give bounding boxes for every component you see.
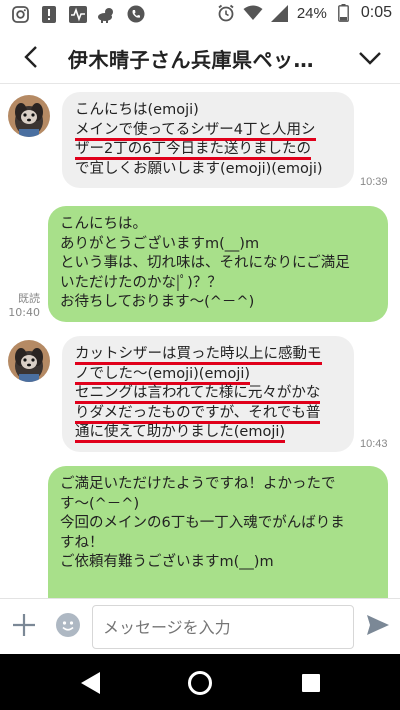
message-line: 今回のメインの6丁も一丁入魂でがんばりま bbox=[60, 515, 345, 531]
message-line-underlined: 通に使えて助かりました(emoji) bbox=[75, 424, 286, 443]
nav-recents-button[interactable] bbox=[298, 670, 324, 696]
message-line: すね！ bbox=[60, 534, 104, 551]
status-bar: 24% 0:05 bbox=[0, 0, 400, 30]
send-icon bbox=[367, 615, 389, 635]
triangle-back-icon bbox=[81, 672, 100, 694]
avatar[interactable] bbox=[8, 340, 50, 382]
alarm-icon bbox=[216, 4, 236, 22]
smiley-icon bbox=[62, 621, 74, 631]
status-system: 24% 0:05 bbox=[216, 4, 392, 22]
message-line: という事は、切れ味は、それになりにご満足 bbox=[60, 255, 350, 271]
message-bubble-outgoing[interactable]: こんにちは。 ありがとうございますm(__)m という事は、切れ味は、それになり… bbox=[48, 206, 388, 322]
message-line: こんにちは。 bbox=[60, 216, 147, 232]
message-time: 10:39 bbox=[360, 176, 388, 188]
back-button[interactable] bbox=[18, 43, 46, 71]
emoji-button[interactable] bbox=[56, 613, 80, 637]
chevron-down-icon bbox=[359, 52, 381, 65]
phone-icon bbox=[126, 5, 146, 23]
header-menu-button[interactable] bbox=[356, 44, 384, 72]
message-line: で宜しくお願いします(emoji)(emoji) bbox=[75, 160, 323, 177]
alert-icon bbox=[39, 5, 59, 23]
message-bubble-incoming[interactable]: カットシザーは買った時以上に感動モ ノでした～(emoji)(emoji) セニ… bbox=[62, 336, 354, 452]
message-bubble-outgoing[interactable]: ご満足いただけたようですね！よかったで す～(^－^) 今回のメインの6丁も一丁… bbox=[48, 466, 388, 598]
system-nav-bar bbox=[0, 654, 400, 710]
nav-home-button[interactable] bbox=[187, 670, 213, 696]
square-recents-icon bbox=[302, 674, 320, 692]
clock: 0:05 bbox=[360, 4, 392, 21]
message-time: 10:40 bbox=[8, 306, 40, 319]
message-bubble-incoming[interactable]: こんにちは(emoji) メインで使ってるシザー4丁と人用シ ザー2丁の6丁今日… bbox=[62, 92, 354, 188]
home-circle-icon bbox=[188, 671, 212, 695]
signal-icon bbox=[270, 4, 290, 22]
message-line-underlined: ザー2丁の6丁今日また送りましたの bbox=[75, 141, 311, 160]
message-line: ありがとうございますm(__)m bbox=[60, 235, 260, 252]
chevron-left-icon bbox=[24, 46, 37, 68]
message-line-underlined: カットシザーは買った時以上に感動モ bbox=[75, 346, 322, 365]
battery-icon bbox=[334, 4, 354, 22]
message-line: いただけたのかな|ﾟ)？？ bbox=[60, 274, 222, 291]
message-time: 10:43 bbox=[360, 438, 388, 450]
weather-icon bbox=[97, 5, 117, 23]
read-receipt: 既読 bbox=[18, 292, 40, 305]
instagram-icon bbox=[10, 5, 30, 23]
add-button[interactable] bbox=[12, 613, 36, 637]
message-line: す～(^－^) bbox=[60, 495, 140, 512]
battery-percent: 24% bbox=[296, 4, 327, 22]
message-line: こんにちは(emoji) bbox=[75, 102, 199, 118]
message-line: ご依頼有難うございますm(__)m bbox=[60, 554, 274, 570]
activity-icon bbox=[68, 5, 88, 23]
message-line: ご満足いただけたようですね！よかったで bbox=[60, 476, 336, 492]
message-input[interactable] bbox=[92, 605, 354, 649]
avatar[interactable] bbox=[8, 95, 50, 137]
message-line: お待ちしております～(^－^) bbox=[60, 294, 255, 310]
plus-icon bbox=[13, 614, 35, 636]
message-line-underlined: りダメだったものですが、それでも普 bbox=[75, 404, 321, 424]
send-button[interactable] bbox=[366, 613, 390, 637]
status-notifications bbox=[10, 5, 146, 23]
message-input-bar bbox=[0, 598, 400, 654]
nav-back-button[interactable] bbox=[78, 670, 104, 696]
chat-header: 伊木晴子さん兵庫県ペッ… bbox=[0, 30, 400, 84]
wifi-icon bbox=[243, 4, 263, 22]
chat-title: 伊木晴子さん兵庫県ペッ… bbox=[68, 48, 314, 72]
message-line-underlined: メインで使ってるシザー4丁と人用シ bbox=[75, 121, 316, 141]
chat-messages[interactable]: こんにちは(emoji) メインで使ってるシザー4丁と人用シ ザー2丁の6丁今日… bbox=[0, 84, 400, 598]
message-line-underlined: セニングは言われてた様に元々がかな bbox=[75, 385, 321, 404]
message-line-underlined: ノでした～(emoji)(emoji) bbox=[75, 365, 251, 385]
